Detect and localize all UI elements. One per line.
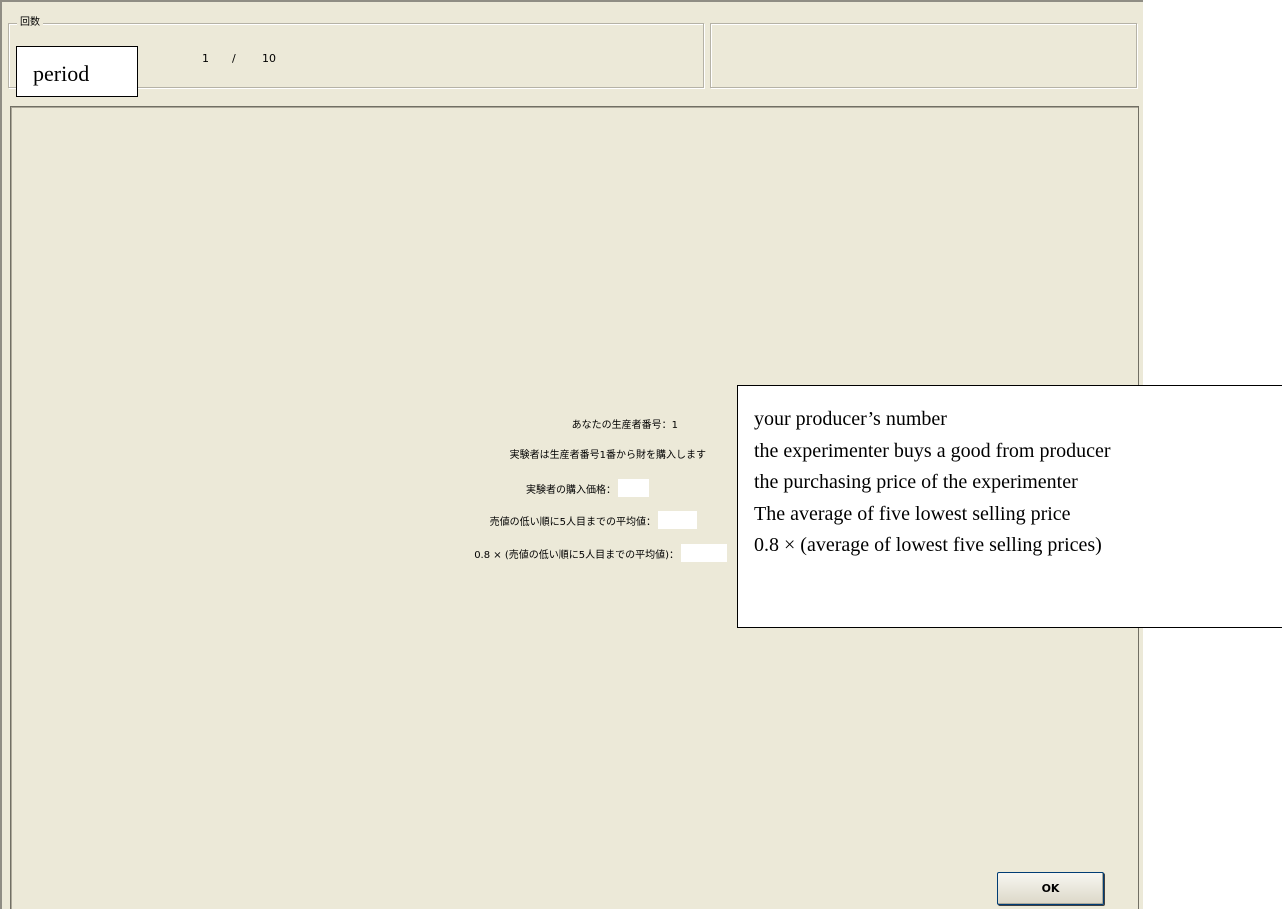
period-annotation-text: period	[33, 61, 90, 86]
round-total: 10	[262, 52, 276, 65]
purchase-price-line: 実験者の購入価格：	[526, 479, 649, 497]
round-separator: /	[232, 52, 236, 65]
experimenter-buys-line: 実験者は生産者番号1番から財を購入します	[510, 446, 706, 461]
scaled-average-line: 0.8 × (売値の低い順に5人目までの平均値)：	[474, 544, 727, 562]
average-line: 売値の低い順に5人目までの平均値：	[490, 511, 697, 529]
average-value	[658, 511, 697, 529]
ok-button-label: OK	[1041, 882, 1060, 895]
experimenter-buys-text: 実験者は生産者番号1番から財を購入します	[509, 450, 706, 461]
ok-button[interactable]: OK	[997, 872, 1104, 905]
annotation-average: The average of five lowest selling price	[754, 502, 1071, 525]
right-groupbox	[710, 23, 1137, 88]
annotation-producer-number: your producer’s number	[754, 408, 947, 430]
average-label: 売値の低い順に5人目までの平均値：	[489, 516, 656, 528]
scaled-average-value	[681, 544, 727, 562]
translation-annotation-box: your producer’s number the experimenter …	[737, 385, 1282, 628]
producer-number-text: あなたの生産者番号：1	[571, 420, 678, 431]
annotation-experimenter-buys: the experimenter buys a good from produc…	[754, 439, 1111, 462]
experiment-screen: 回数 1 / 10 あなたの生産者番号：1 実験者は生産者番号1番から財を購入し…	[0, 0, 1282, 909]
scaled-average-label: 0.8 × (売値の低い順に5人目までの平均値)：	[474, 549, 679, 561]
round-legend: 回数	[17, 16, 43, 30]
annotation-purchasing-price: the purchasing price of the experimenter	[754, 471, 1078, 493]
purchase-price-value	[618, 479, 649, 497]
purchase-price-label: 実験者の購入価格：	[526, 484, 616, 496]
producer-number-line: あなたの生産者番号：1	[572, 416, 678, 431]
annotation-scaled-average: 0.8 × (average of lowest five selling pr…	[754, 534, 1102, 556]
period-annotation: period	[16, 46, 138, 97]
round-current: 1	[202, 52, 209, 65]
